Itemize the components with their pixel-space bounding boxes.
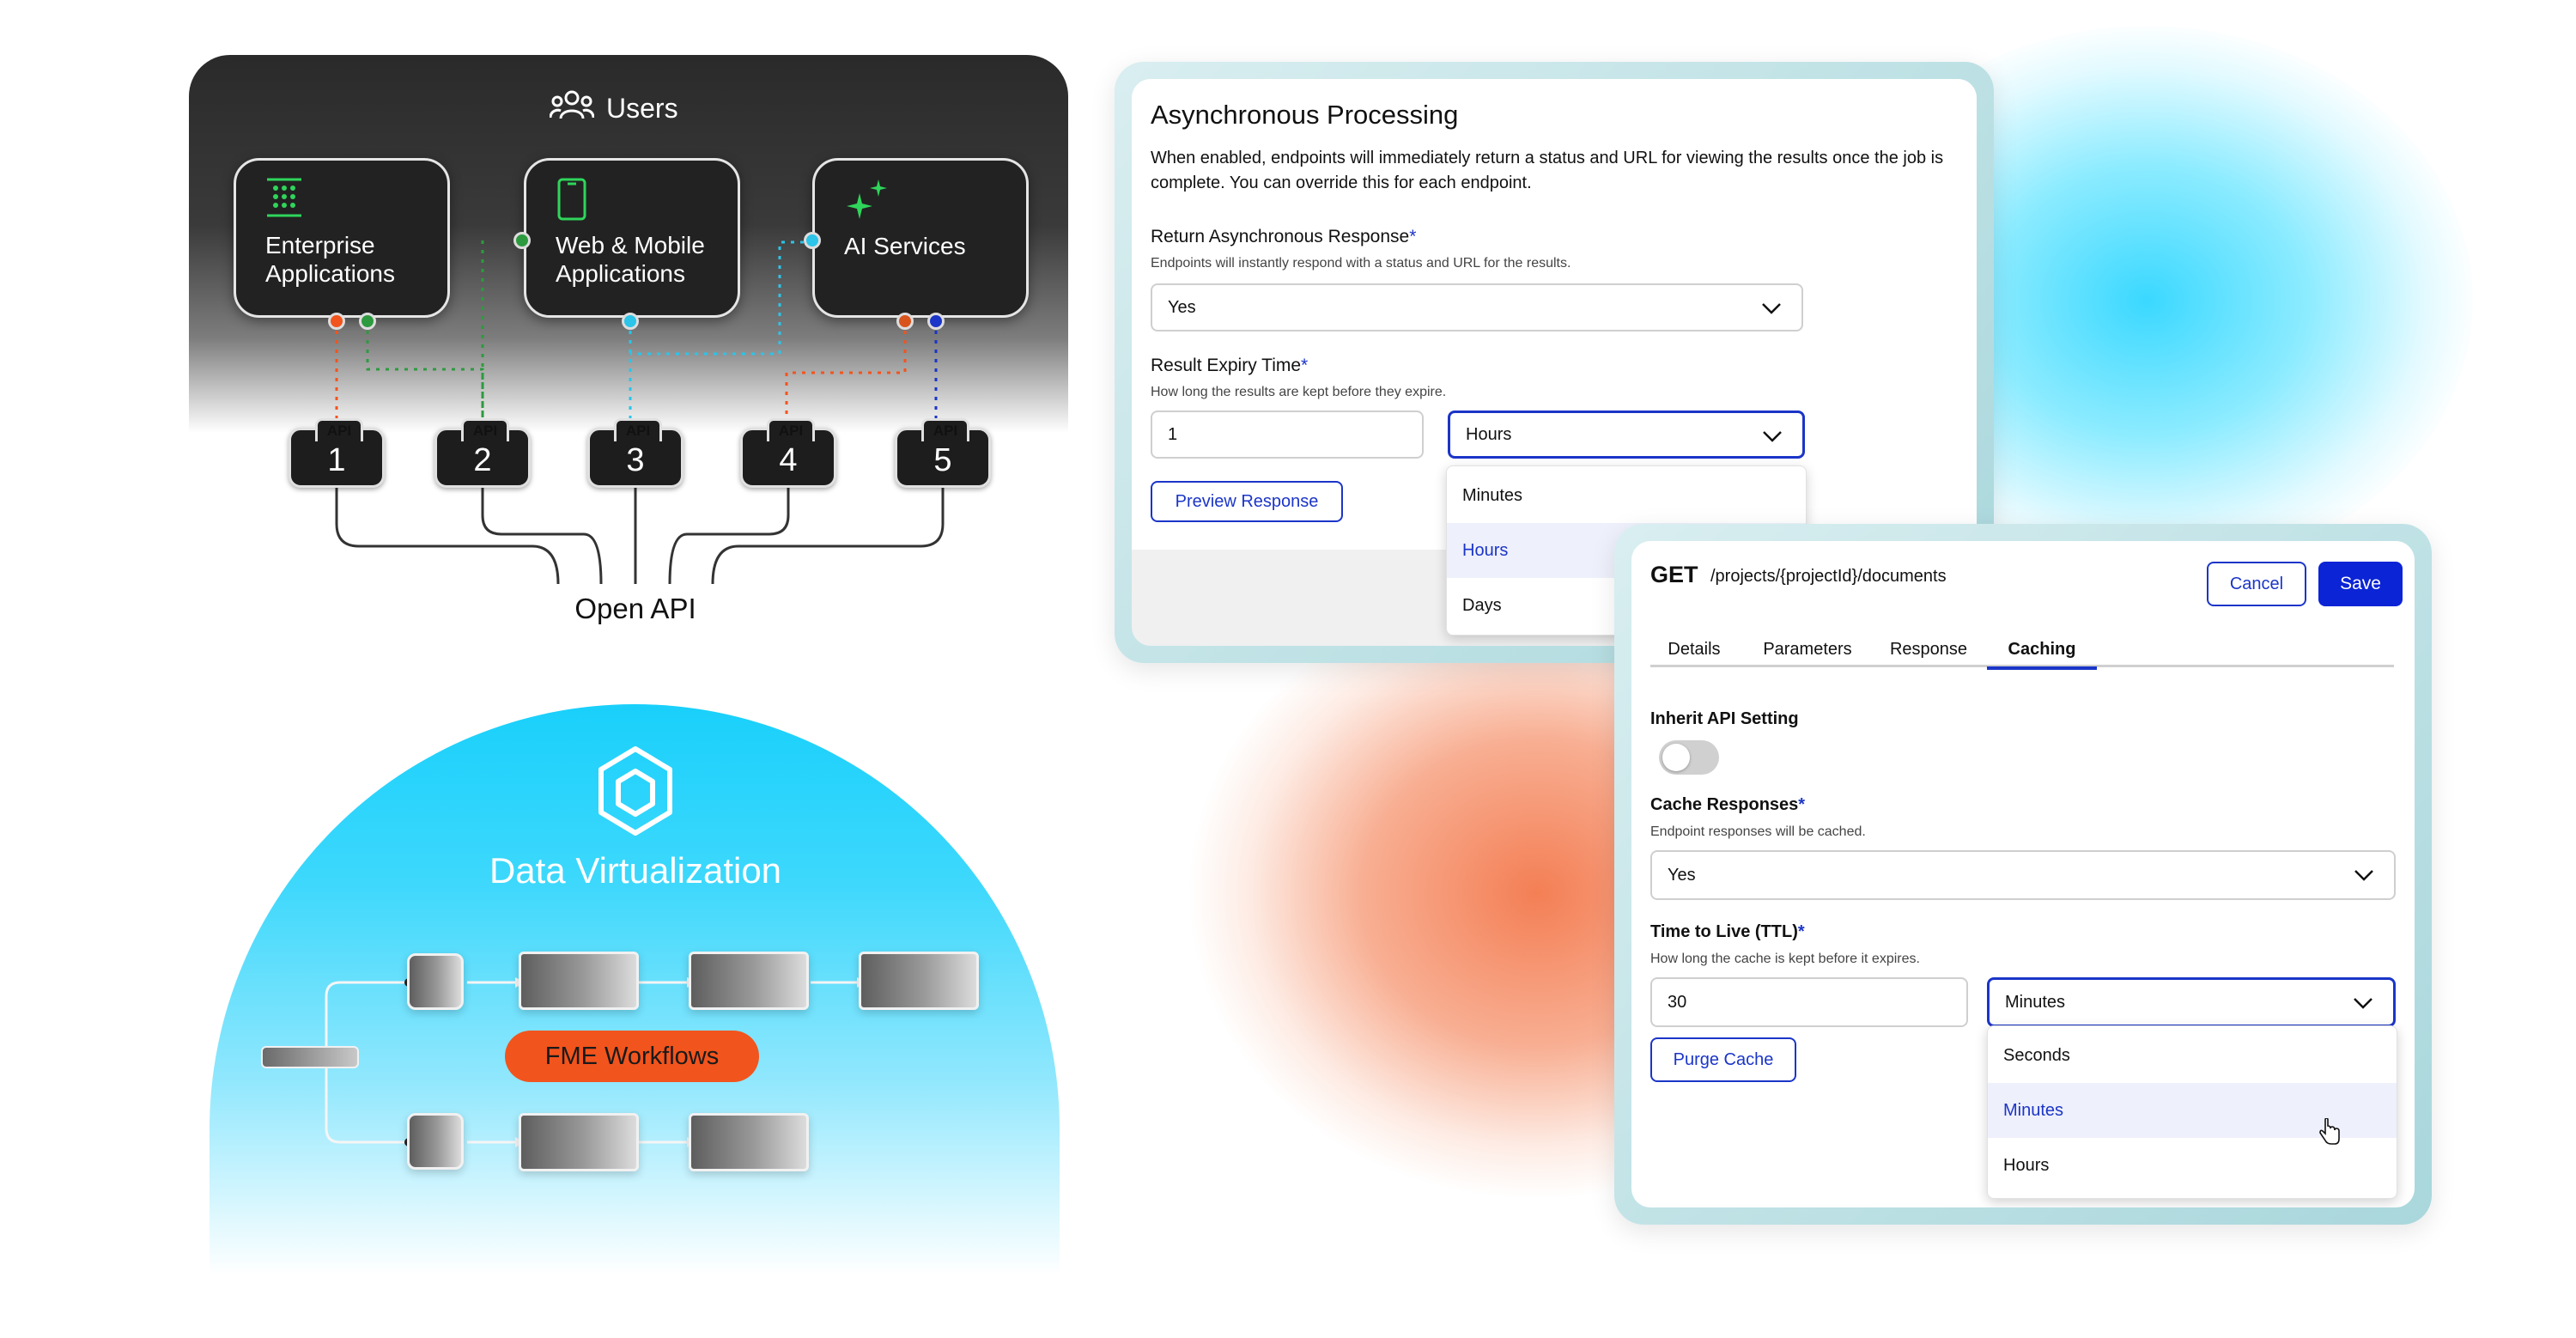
workflow-node — [407, 953, 464, 1010]
required-asterisk: * — [1798, 795, 1806, 814]
async-description: When enabled, endpoints will immediately… — [1151, 149, 1944, 192]
connector-dot — [513, 232, 531, 249]
menu-option-minutes[interactable]: Minutes — [1447, 468, 1806, 523]
workflow-node — [519, 952, 639, 1010]
hexagon-icon — [598, 746, 672, 836]
workflow-node — [689, 1113, 809, 1171]
chevron-down-icon — [2354, 998, 2372, 1009]
required-asterisk: * — [1797, 922, 1805, 941]
return-async-value: Yes — [1168, 297, 1196, 317]
api-badge-tab: API — [767, 418, 815, 441]
expiry-hint: How long the results are kept before the… — [1151, 385, 1447, 399]
fme-workflows-pill: FME Workflows — [505, 1031, 759, 1082]
tab-caching[interactable]: Caching — [1987, 632, 2097, 670]
api-badge-number: 4 — [779, 442, 798, 478]
return-async-label: Return Asynchronous Response* — [1151, 227, 1417, 246]
toggle-knob — [1662, 744, 1690, 771]
connector-dot — [896, 313, 914, 330]
cache-responses-select[interactable]: Yes — [1650, 850, 2396, 900]
workflow-node — [407, 1113, 464, 1170]
api-badge-number: 2 — [473, 442, 492, 478]
tab-response[interactable]: Response — [1877, 632, 1980, 666]
required-asterisk: * — [1409, 227, 1417, 246]
chevron-down-icon — [2354, 870, 2373, 881]
expiry-value-input[interactable]: 1 — [1151, 411, 1424, 459]
cache-responses-label: Cache Responses* — [1650, 795, 1806, 814]
return-async-hint: Endpoints will instantly respond with a … — [1151, 256, 1571, 271]
api-badge-tab: API — [921, 418, 969, 441]
api-badge-tab: API — [614, 418, 662, 441]
cancel-button[interactable]: Cancel — [2207, 562, 2306, 606]
connector-dot — [328, 313, 345, 330]
chevron-down-icon — [1763, 431, 1782, 442]
api-badge-number: 5 — [933, 442, 952, 478]
workflow-node — [689, 952, 809, 1010]
cache-responses-hint: Endpoint responses will be cached. — [1650, 824, 1866, 839]
http-method: GET — [1650, 562, 1698, 587]
connector-dot — [927, 313, 945, 330]
ttl-unit-value: Minutes — [2005, 992, 2066, 1012]
api-badge-tab: API — [315, 418, 363, 441]
connector-lines — [335, 240, 945, 585]
required-asterisk: * — [1301, 356, 1309, 375]
data-virtualization-title: Data Virtualization — [489, 850, 782, 891]
ttl-label: Time to Live (TTL)* — [1650, 922, 1805, 941]
hand-cursor-icon — [2319, 1118, 2340, 1145]
workflow-node — [519, 1113, 639, 1171]
inherit-setting-toggle[interactable] — [1659, 740, 1719, 775]
workflow-node — [859, 952, 979, 1010]
ttl-unit-select[interactable]: Minutes — [1987, 977, 2396, 1027]
purge-cache-button[interactable]: Purge Cache — [1650, 1037, 1796, 1082]
expiry-label: Result Expiry Time* — [1151, 356, 1309, 375]
api-badge-3: API 3 — [587, 418, 683, 488]
api-badge-tab: API — [461, 418, 509, 441]
async-title: Asynchronous Processing — [1151, 100, 1459, 130]
api-badge-number: 3 — [626, 442, 645, 478]
endpoint-path: /projects/{projectId}/documents — [1710, 567, 1947, 586]
inherit-setting-label: Inherit API Setting — [1650, 709, 1799, 728]
cache-responses-value: Yes — [1668, 865, 1696, 885]
menu-option-hours[interactable]: Hours — [1988, 1138, 2397, 1193]
endpoint-panel: GET /projects/{projectId}/documents Canc… — [1631, 541, 2415, 1207]
expiry-unit-select[interactable]: Hours — [1448, 411, 1805, 459]
ttl-unit-menu: Seconds Minutes Hours — [1987, 1025, 2397, 1199]
connector-dot — [359, 313, 376, 330]
connector-dot — [804, 232, 821, 249]
open-api-label: Open API — [574, 593, 696, 624]
expiry-unit-value: Hours — [1466, 424, 1512, 444]
api-badge-2: API 2 — [434, 418, 531, 488]
ttl-value-input[interactable]: 30 — [1650, 977, 1968, 1027]
workflow-source — [261, 1046, 359, 1068]
menu-option-seconds[interactable]: Seconds — [1988, 1028, 2397, 1083]
return-async-select[interactable]: Yes — [1151, 283, 1803, 331]
chevron-down-icon — [1762, 303, 1781, 314]
api-badge-number: 1 — [327, 442, 346, 478]
ttl-hint: How long the cache is kept before it exp… — [1650, 952, 1920, 966]
api-badge-5: API 5 — [895, 418, 991, 488]
save-button[interactable]: Save — [2318, 562, 2403, 606]
tab-parameters[interactable]: Parameters — [1747, 632, 1868, 666]
connector-dot — [622, 313, 639, 330]
preview-response-button[interactable]: Preview Response — [1151, 481, 1343, 522]
api-badge-4: API 4 — [740, 418, 836, 488]
tab-details[interactable]: Details — [1650, 632, 1738, 666]
api-badge-1: API 1 — [289, 418, 385, 488]
